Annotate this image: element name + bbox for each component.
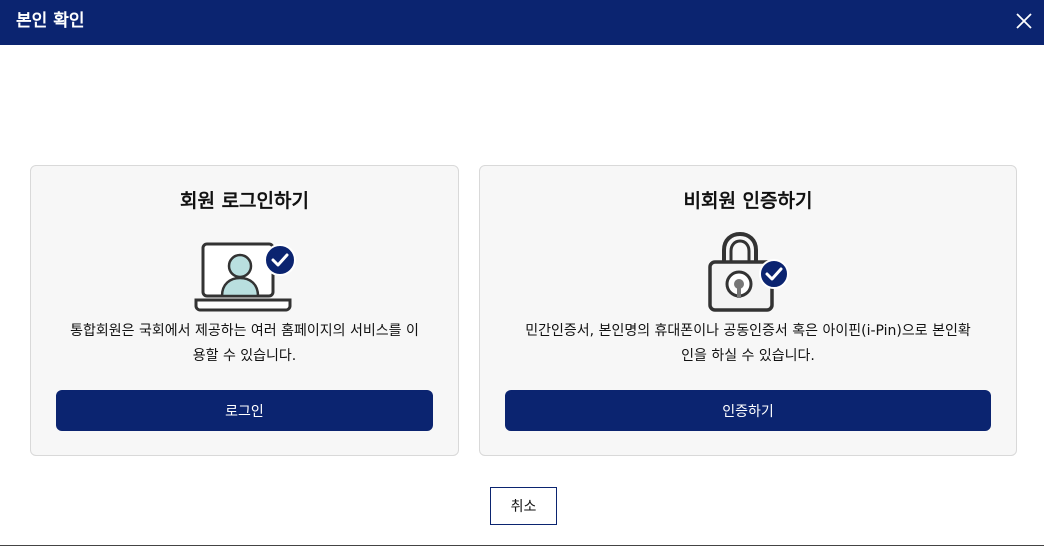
member-login-description: 통합회원은 국회에서 제공하는 여러 홈페이지의 서비스를 이 용할 수 있습니… (70, 323, 419, 364)
login-button[interactable]: 로그인 (56, 390, 433, 431)
bottom-divider (0, 545, 1044, 546)
cancel-button[interactable]: 취소 (490, 487, 557, 525)
guest-verify-description: 민간인증서, 본인명의 휴대폰이나 공동인증서 혹은 아이핀(i-Pin)으로 … (525, 323, 971, 364)
padlock-check-icon (706, 230, 818, 318)
guest-verify-heading: 비회원 인증하기 (683, 190, 813, 212)
verify-button[interactable]: 인증하기 (505, 390, 991, 431)
member-login-heading: 회원 로그인하기 (180, 190, 309, 212)
member-login-card: 회원 로그인하기 통합회원은 국회에서 제공하는 여러 홈페이지의 서비스를 이… (30, 165, 459, 456)
close-icon[interactable] (1012, 9, 1036, 33)
laptop-user-check-icon (194, 240, 298, 318)
dialog-header: 본인 확인 (0, 0, 1044, 45)
guest-verify-card: 비회원 인증하기 민간인증서, 본인명의 휴대폰이나 공동인증서 혹은 아이핀(… (479, 165, 1017, 456)
dialog-title: 본인 확인 (16, 11, 85, 31)
